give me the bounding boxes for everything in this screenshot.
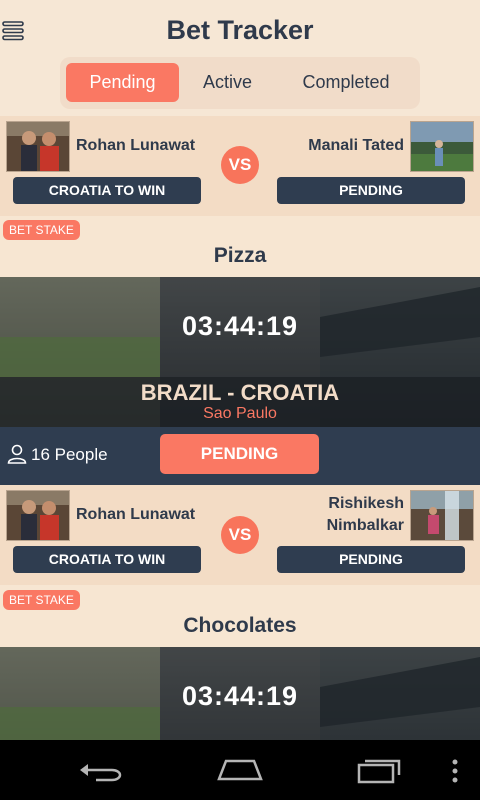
bet-stake-badge: BET STAKE (3, 590, 80, 610)
home-icon[interactable] (216, 758, 264, 782)
app-header: Bet Tracker Pending Active Completed (0, 0, 480, 116)
bet-footer: 16 People PENDING (0, 427, 480, 485)
match-banner: 03:44:19 (0, 647, 480, 740)
match-banner: 03:44:19 BRAZIL - CROATIA Sao Paulo (0, 277, 480, 427)
right-pick-button[interactable]: PENDING (277, 177, 465, 204)
player-name-right-line2: Nimbalkar (326, 517, 404, 534)
match-row: Rohan Lunawat VS Manali Tated CROATIA TO… (0, 116, 480, 216)
player-name-right-line1: Rishikesh (328, 495, 404, 512)
player-name-left: Rohan Lunawat (76, 506, 196, 523)
system-nav-bar (0, 740, 480, 800)
tab-active[interactable]: Active (185, 63, 270, 102)
back-icon[interactable] (78, 760, 122, 782)
status-tabs: Pending Active Completed (60, 57, 420, 109)
people-count: 16 People (31, 445, 108, 464)
recents-icon[interactable] (356, 756, 404, 784)
countdown-timer: 03:44:19 (181, 311, 299, 341)
match-venue: Sao Paulo (203, 405, 277, 422)
bet-stake-badge: BET STAKE (3, 220, 80, 240)
vs-badge: VS (221, 146, 259, 184)
player-name-right: Manali Tated (308, 137, 404, 154)
tab-completed[interactable]: Completed (282, 63, 410, 102)
left-pick-button[interactable]: CROATIA TO WIN (13, 546, 201, 573)
overflow-icon[interactable] (450, 758, 460, 784)
player-name-right: Rishikesh Nimbalkar (327, 493, 404, 537)
left-pick-button[interactable]: CROATIA TO WIN (13, 177, 201, 204)
avatar[interactable] (6, 121, 70, 172)
countdown-timer: 03:44:19 (181, 681, 299, 711)
right-pick-button[interactable]: PENDING (277, 546, 465, 573)
bet-stake-title: Pizza (213, 244, 267, 267)
page-title: Bet Tracker (166, 15, 314, 45)
vs-badge: VS (221, 516, 259, 554)
bet-stake-section: BET STAKE Chocolates (0, 586, 480, 647)
avatar[interactable] (410, 490, 474, 541)
bet-stake-title: Chocolates (183, 614, 297, 637)
tab-pending[interactable]: Pending (66, 63, 179, 102)
match-row: Rohan Lunawat VS Rishikesh Nimbalkar CRO… (0, 485, 480, 585)
bet-stake-section: BET STAKE Pizza (0, 216, 480, 277)
player-name-left: Rohan Lunawat (76, 137, 196, 154)
person-icon (7, 444, 27, 464)
match-teams: BRAZIL - CROATIA (140, 380, 340, 405)
pending-button[interactable]: PENDING (160, 434, 319, 474)
avatar[interactable] (410, 121, 474, 172)
avatar[interactable] (6, 490, 70, 541)
